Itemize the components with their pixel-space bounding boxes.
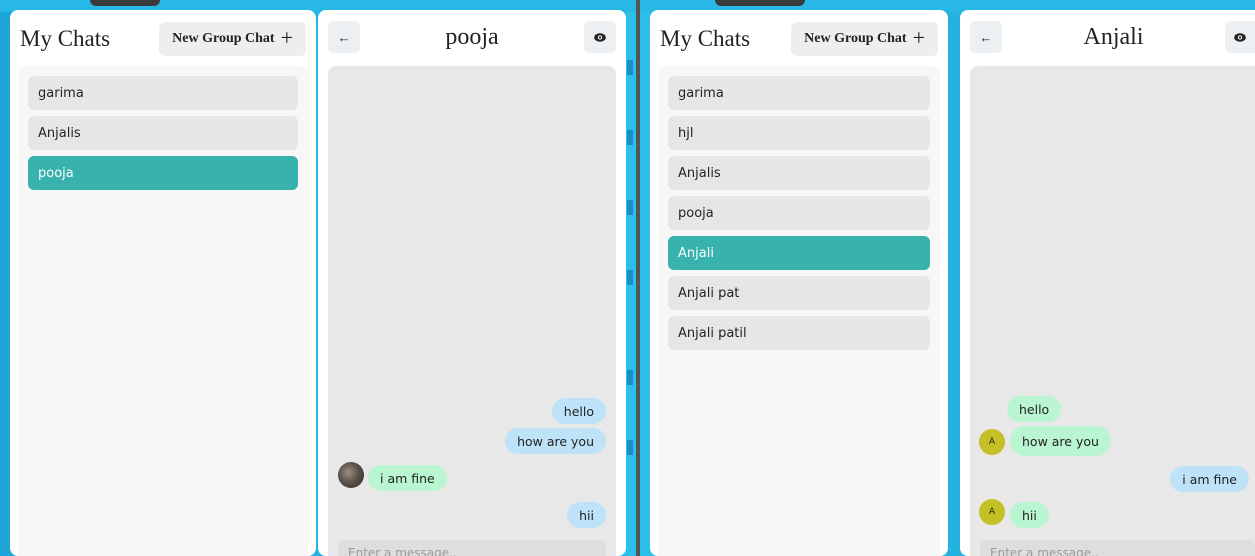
window-divider bbox=[636, 0, 640, 556]
message-bubble-outgoing: hello bbox=[551, 398, 606, 424]
conversation-title: Anjali bbox=[1083, 23, 1144, 50]
background-decoration bbox=[627, 60, 633, 75]
chats-title: My Chats bbox=[20, 26, 111, 51]
chat-list: garima Anjalis pooja bbox=[18, 66, 308, 556]
chats-header: My Chats New Group Chat + bbox=[20, 20, 306, 58]
message-area: hello A how are you i am fine A hii bbox=[970, 66, 1255, 556]
back-button[interactable]: ← bbox=[970, 21, 1002, 53]
chat-item-garima[interactable]: garima bbox=[668, 76, 930, 110]
conversation-header: ← pooja bbox=[328, 20, 616, 54]
right-my-chats-panel: My Chats New Group Chat + garima hjl Anj… bbox=[650, 10, 948, 556]
arrow-left-icon: ← bbox=[337, 29, 351, 45]
chat-list: garima hjl Anjalis pooja Anjali Anjali p… bbox=[658, 66, 940, 556]
chats-title: My Chats bbox=[660, 26, 751, 51]
background-decoration bbox=[627, 370, 633, 385]
plus-icon: + bbox=[912, 25, 925, 50]
chat-item-anjalis[interactable]: Anjalis bbox=[668, 156, 930, 190]
back-button[interactable]: ← bbox=[328, 21, 360, 53]
background-decoration bbox=[627, 200, 633, 215]
background-decoration bbox=[627, 130, 633, 145]
background-image-edge bbox=[90, 0, 160, 6]
chat-item-hjl[interactable]: hjl bbox=[668, 116, 930, 150]
message-bubble-incoming: how are you bbox=[1010, 426, 1111, 456]
message-bubble-outgoing: i am fine bbox=[1170, 466, 1249, 492]
chat-item-pooja[interactable]: pooja bbox=[28, 156, 298, 190]
message-bubble-outgoing: hii bbox=[567, 502, 606, 528]
left-conversation-panel: ← pooja hello how are you i am fine hii bbox=[318, 10, 626, 556]
message-bubble-outgoing: how are you bbox=[505, 428, 606, 454]
chat-item-pooja[interactable]: pooja bbox=[668, 196, 930, 230]
message-input[interactable] bbox=[338, 540, 606, 556]
right-conversation-panel: ← Anjali hello A how are you i am fine A… bbox=[960, 10, 1255, 556]
eye-icon bbox=[1234, 32, 1246, 42]
view-profile-button[interactable] bbox=[1225, 21, 1255, 53]
new-group-chat-button[interactable]: New Group Chat + bbox=[791, 22, 938, 56]
conversation-header: ← Anjali bbox=[970, 20, 1255, 54]
sender-avatar: A bbox=[979, 429, 1005, 455]
chat-item-anjali-patil[interactable]: Anjali patil bbox=[668, 316, 930, 350]
plus-icon: + bbox=[280, 25, 293, 50]
sender-avatar: A bbox=[979, 499, 1005, 525]
message-bubble-incoming: i am fine bbox=[368, 465, 447, 491]
background-decoration bbox=[627, 440, 633, 455]
new-group-chat-label: New Group Chat bbox=[804, 31, 907, 46]
message-input[interactable] bbox=[980, 540, 1255, 556]
message-bubble-incoming: hello bbox=[1007, 396, 1062, 422]
conversation-title: pooja bbox=[445, 23, 499, 50]
chats-header: My Chats New Group Chat + bbox=[660, 20, 938, 58]
message-area: hello how are you i am fine hii bbox=[328, 66, 616, 556]
new-group-chat-label: New Group Chat bbox=[172, 31, 275, 46]
background-decoration bbox=[627, 270, 633, 285]
message-bubble-incoming: hii bbox=[1010, 502, 1049, 528]
left-my-chats-panel: My Chats New Group Chat + garima Anjalis… bbox=[10, 10, 316, 556]
arrow-left-icon: ← bbox=[979, 29, 993, 45]
chat-item-anjali[interactable]: Anjali bbox=[668, 236, 930, 270]
chat-item-garima[interactable]: garima bbox=[28, 76, 298, 110]
chat-item-anjali-pat[interactable]: Anjali pat bbox=[668, 276, 930, 310]
eye-icon bbox=[594, 32, 606, 42]
chat-item-anjalis[interactable]: Anjalis bbox=[28, 116, 298, 150]
background-image-edge bbox=[715, 0, 805, 6]
new-group-chat-button[interactable]: New Group Chat + bbox=[159, 22, 306, 56]
sender-avatar bbox=[338, 462, 364, 488]
view-profile-button[interactable] bbox=[583, 21, 616, 53]
